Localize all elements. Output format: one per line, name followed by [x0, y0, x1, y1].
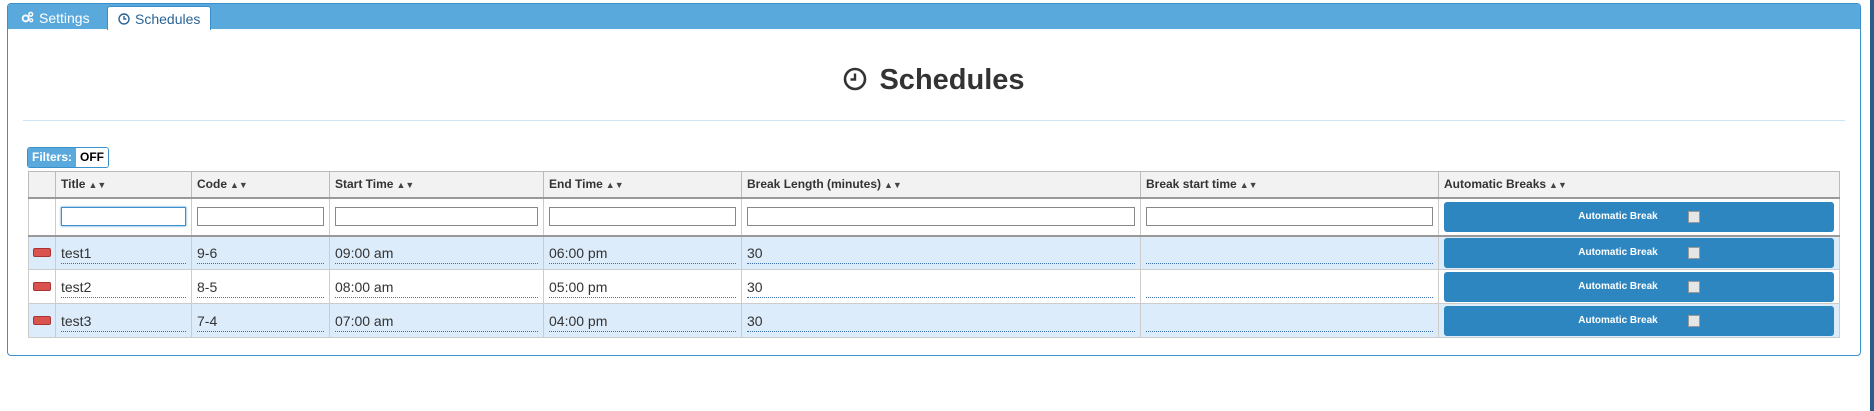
break-length-filter-input[interactable] — [747, 207, 1135, 226]
divider — [23, 120, 1845, 121]
sort-icon: ▲▼ — [884, 180, 902, 191]
break-start-cell[interactable] — [1146, 275, 1433, 298]
window-edge — [1870, 0, 1874, 411]
automatic-break-button[interactable]: Automatic Break — [1444, 237, 1834, 268]
schedules-table: Title ▲▼ Code ▲▼ Start Time ▲▼ End Time ▲▼ B… — [28, 171, 1840, 338]
clock-icon — [118, 12, 130, 25]
table-row: test3 7-4 07:00 am 04:00 pm 30 Automatic… — [28, 303, 1840, 338]
automatic-break-checkbox[interactable] — [1687, 210, 1700, 223]
break-start-filter-input[interactable] — [1146, 207, 1433, 226]
remove-row-button[interactable] — [33, 282, 51, 291]
start-time-filter-input[interactable] — [335, 207, 538, 226]
title-filter-input[interactable] — [61, 207, 186, 226]
automatic-break-checkbox[interactable] — [1687, 280, 1700, 293]
start-time-cell[interactable]: 09:00 am — [335, 241, 538, 265]
tab-settings-label: Settings — [39, 9, 90, 26]
filters-label: Filters: — [28, 148, 77, 167]
start-time-cell[interactable]: 07:00 am — [335, 309, 538, 332]
column-header-end-time[interactable]: End Time ▲▼ — [543, 171, 742, 199]
gears-icon — [21, 11, 34, 24]
column-header-automatic-breaks[interactable]: Automatic Breaks ▲▼ — [1438, 171, 1840, 199]
tab-bar: Settings Schedules — [8, 4, 1860, 30]
automatic-break-filter-button[interactable]: Automatic Break — [1444, 201, 1834, 232]
sort-icon: ▲▼ — [1239, 180, 1258, 191]
sort-icon: ▲▼ — [88, 180, 107, 191]
sort-icon: ▲▼ — [230, 180, 248, 191]
table-row: test2 8-5 08:00 am 05:00 pm 30 Automatic… — [28, 269, 1840, 304]
page-title: Schedules — [879, 64, 1025, 96]
end-time-cell[interactable]: 04:00 pm — [549, 309, 736, 332]
break-length-cell[interactable]: 30 — [747, 309, 1135, 332]
break-start-cell[interactable] — [1146, 241, 1433, 265]
code-filter-input[interactable] — [197, 207, 324, 226]
filters-toggle[interactable]: Filters: OFF — [27, 147, 110, 168]
column-header-title[interactable]: Title ▲▼ — [55, 171, 192, 199]
end-time-filter-input[interactable] — [549, 207, 736, 226]
remove-row-button[interactable] — [33, 316, 51, 325]
table-row: test1 9-6 09:00 am 06:00 pm 30 Automatic… — [28, 235, 1840, 270]
filter-handle — [28, 197, 56, 237]
column-header-break-length[interactable]: Break Length (minutes) ▲▼ — [741, 171, 1141, 199]
filter-row: Automatic Break — [28, 197, 1840, 237]
title-cell[interactable]: test3 — [61, 309, 186, 332]
schedules-panel: Settings Schedules Schedules Filters: OF… — [7, 3, 1861, 356]
column-header-start-time[interactable]: Start Time ▲▼ — [329, 171, 544, 199]
end-time-cell[interactable]: 05:00 pm — [549, 275, 736, 298]
column-header-break-start[interactable]: Break start time ▲▼ — [1140, 171, 1439, 199]
break-start-cell[interactable] — [1146, 309, 1433, 332]
title-cell[interactable]: test2 — [61, 275, 186, 298]
automatic-break-button[interactable]: Automatic Break — [1444, 271, 1834, 302]
remove-row-button[interactable] — [33, 248, 51, 258]
break-length-cell[interactable]: 30 — [747, 275, 1135, 298]
code-cell[interactable]: 7-4 — [197, 309, 324, 332]
sort-icon: ▲▼ — [605, 180, 624, 191]
automatic-break-checkbox[interactable] — [1687, 246, 1700, 259]
automatic-break-checkbox[interactable] — [1687, 314, 1700, 327]
filters-state: OFF — [76, 148, 109, 167]
table-header-row: Title ▲▼ Code ▲▼ Start Time ▲▼ End Time ▲▼ B… — [28, 171, 1840, 199]
tab-settings[interactable]: Settings — [11, 6, 100, 29]
sort-icon: ▲▼ — [1549, 180, 1567, 191]
title-cell[interactable]: test1 — [61, 241, 186, 265]
column-header-code[interactable]: Code ▲▼ — [191, 171, 330, 199]
tab-schedules-label: Schedules — [135, 10, 201, 27]
start-time-cell[interactable]: 08:00 am — [335, 275, 538, 298]
clock-icon — [843, 67, 867, 94]
code-cell[interactable]: 8-5 — [197, 275, 324, 298]
header-handle — [28, 171, 56, 199]
break-length-cell[interactable]: 30 — [747, 241, 1135, 265]
tab-schedules[interactable]: Schedules — [107, 6, 212, 30]
sort-icon: ▲▼ — [396, 180, 415, 191]
automatic-break-button[interactable]: Automatic Break — [1444, 305, 1834, 336]
end-time-cell[interactable]: 06:00 pm — [549, 241, 736, 265]
code-cell[interactable]: 9-6 — [197, 241, 324, 265]
page-header: Schedules — [8, 64, 1860, 97]
